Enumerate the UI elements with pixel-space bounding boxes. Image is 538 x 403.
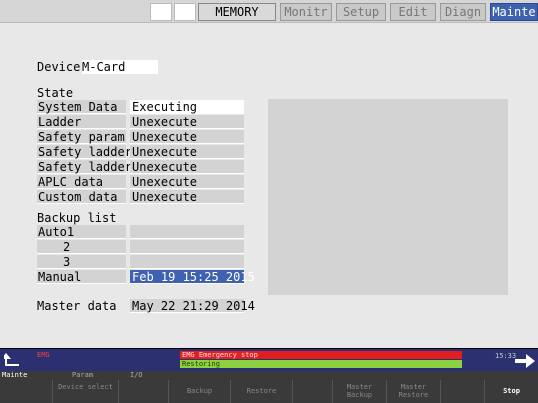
- message-text: Restoring: [182, 360, 220, 368]
- tab-edit[interactable]: Edit: [390, 3, 436, 21]
- detail-panel: [268, 99, 508, 295]
- backup-row-date[interactable]: [130, 240, 244, 254]
- state-row-status: Unexecute: [130, 130, 244, 144]
- status-strip: EMG EMG Emergency stop Restoring 15:33: [0, 349, 538, 371]
- state-heading: State: [37, 86, 74, 100]
- backup-row-date[interactable]: [130, 225, 244, 239]
- softkey-empty[interactable]: [292, 380, 332, 403]
- tab-setup[interactable]: Setup: [336, 3, 386, 21]
- backup-row-name[interactable]: 2: [37, 240, 126, 254]
- return-arrow-icon[interactable]: [4, 353, 26, 367]
- mode-row: Mainte Param I/O: [0, 371, 538, 380]
- memory-indicator: MEMORY: [198, 3, 276, 21]
- softkey-restore[interactable]: Restore: [230, 380, 292, 403]
- state-row-name: Safety ladder1: [37, 145, 140, 159]
- backup-row-name[interactable]: Manual: [37, 270, 126, 284]
- backup-list-heading: Backup list: [37, 211, 117, 225]
- state-row-status: Unexecute: [130, 160, 244, 174]
- backup-row-date-selected[interactable]: Feb 19 15:25 2015: [130, 270, 255, 284]
- state-row-name: Safety ladder2: [37, 160, 140, 174]
- slot-indicator: [174, 3, 196, 21]
- softkey-empty[interactable]: [440, 380, 484, 403]
- backup-row-name[interactable]: 3: [37, 255, 126, 269]
- next-arrow-icon[interactable]: [515, 354, 535, 368]
- alarm-text: EMG Emergency stop: [182, 351, 258, 359]
- state-row-name: System Data: [37, 100, 126, 114]
- message-bar: Restoring: [180, 360, 462, 368]
- device-label: Device: [37, 60, 81, 74]
- backup-row-date[interactable]: [130, 255, 244, 269]
- device-value[interactable]: M-Card: [82, 60, 158, 74]
- mode-param[interactable]: Param: [72, 371, 93, 380]
- state-row-status: Unexecute: [130, 145, 244, 159]
- master-data-date: May 22 21:29 2014: [130, 299, 255, 313]
- tab-mainte[interactable]: Mainte: [490, 3, 538, 21]
- slot-indicator: [150, 3, 172, 21]
- softkey-master-restore[interactable]: Master Restore: [386, 380, 440, 403]
- backup-row-name[interactable]: Auto1: [37, 225, 126, 239]
- master-data-label: Master data: [37, 299, 117, 313]
- softkey-stop[interactable]: Stop: [484, 380, 538, 403]
- state-row-status: Executing: [130, 100, 244, 114]
- softkey-device-select[interactable]: Device select: [52, 380, 118, 403]
- tab-diagn[interactable]: Diagn: [440, 3, 486, 21]
- emg-indicator: EMG: [37, 351, 50, 359]
- mode-mainte[interactable]: Mainte: [2, 371, 27, 380]
- mode-io[interactable]: I/O: [130, 371, 143, 380]
- alarm-bar: EMG Emergency stop: [180, 351, 462, 359]
- main-panel: Device M-Card State System Data Executin…: [0, 22, 538, 348]
- state-row-status: Unexecute: [130, 190, 244, 204]
- menu-bar: Mainte Param I/O Device select Backup Re…: [0, 371, 538, 403]
- state-row-name: Custom data: [37, 190, 126, 204]
- softkey-master-backup[interactable]: Master Backup: [332, 380, 386, 403]
- state-row-status: Unexecute: [130, 115, 244, 129]
- softkey-row: Device select Backup Restore Master Back…: [0, 380, 538, 403]
- state-row-name: Safety param: [37, 130, 126, 144]
- softkey-empty[interactable]: [118, 380, 168, 403]
- softkey-backup[interactable]: Backup: [168, 380, 230, 403]
- state-row-name: Ladder: [37, 115, 126, 129]
- tab-monitor[interactable]: Monitr: [280, 3, 332, 21]
- state-row-status: Unexecute: [130, 175, 244, 189]
- state-row-name: APLC data: [37, 175, 126, 189]
- clock: 15:33: [495, 352, 517, 360]
- top-bar: MEMORY Monitr Setup Edit Diagn Mainte: [0, 0, 538, 22]
